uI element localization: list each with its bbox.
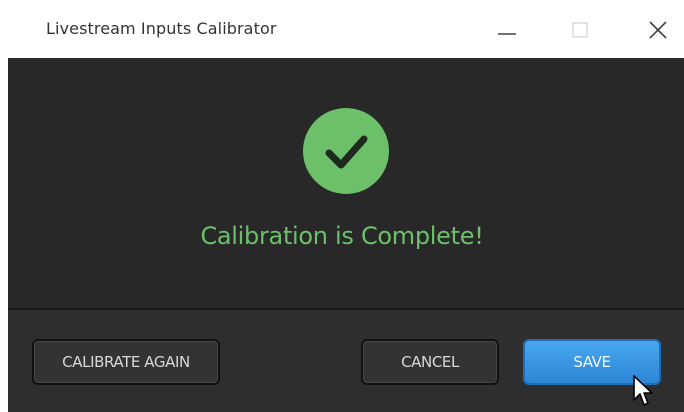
calibration-status-text: Calibration is Complete!: [200, 222, 484, 250]
maximize-icon: [572, 22, 588, 38]
mouse-cursor-icon: [632, 374, 656, 408]
maximize-button[interactable]: [562, 12, 602, 48]
minimize-button[interactable]: [488, 12, 528, 48]
cancel-button[interactable]: CANCEL: [361, 339, 499, 385]
title-bar[interactable]: Livestream Inputs Calibrator: [0, 0, 684, 58]
checkmark-circle-icon: [303, 108, 389, 194]
close-button[interactable]: [638, 12, 678, 48]
calibrate-again-button[interactable]: CALIBRATE AGAIN: [32, 339, 220, 385]
calibrator-window: Livestream Inputs Calibrator Calibration…: [0, 0, 684, 412]
window-title: Livestream Inputs Calibrator: [46, 19, 277, 38]
close-icon: [649, 21, 667, 39]
minimize-icon: [498, 33, 516, 35]
